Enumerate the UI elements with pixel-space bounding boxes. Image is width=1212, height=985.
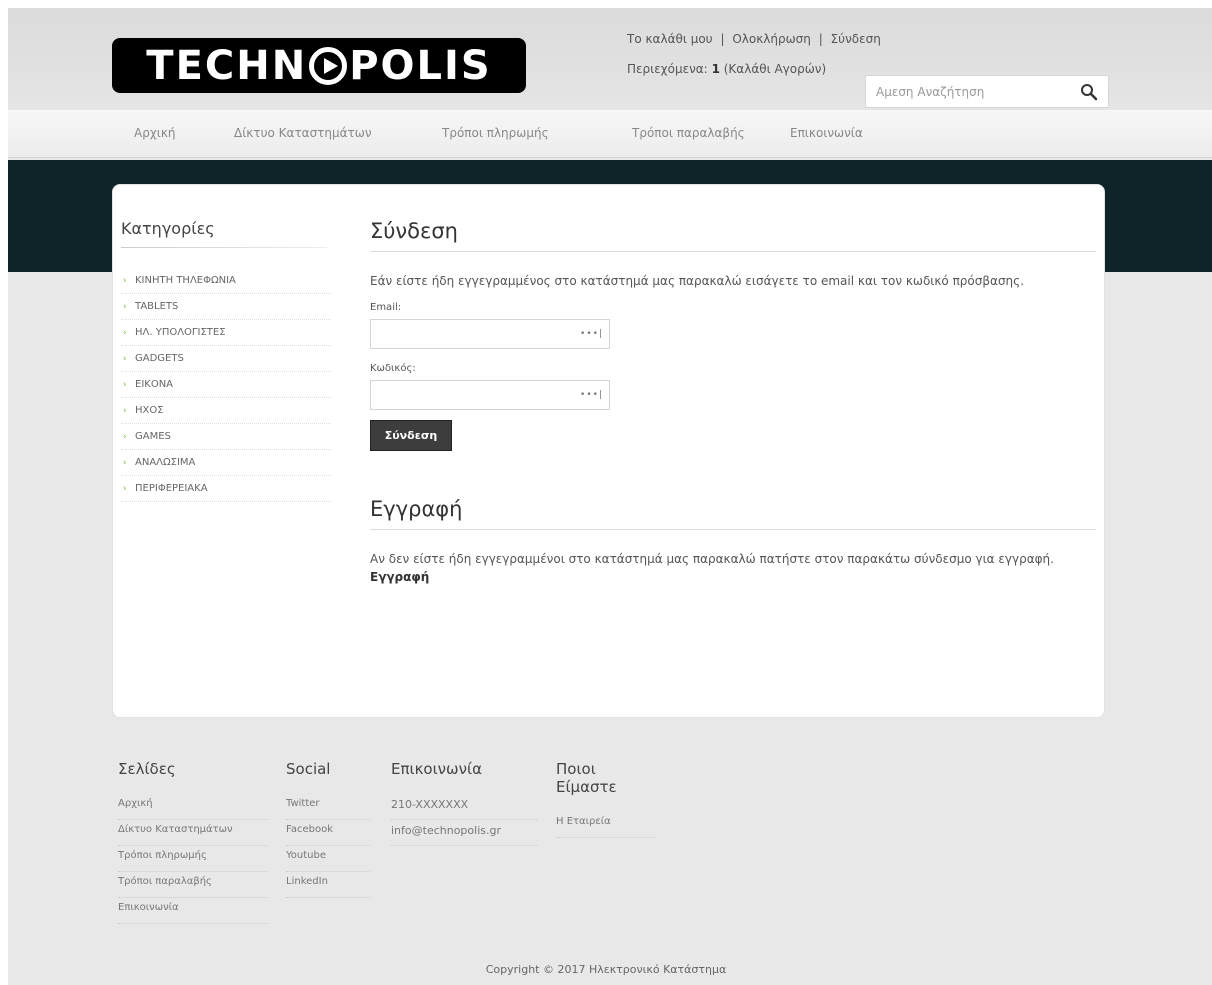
sidebar-title: Κατηγορίες [121,219,215,238]
nav-item-contact[interactable]: Επικοινωνία [790,126,863,140]
site-header: TECHN POLIS Το καλάθι μου | Ολοκλήρωση |… [8,8,1212,110]
password-manager-icon[interactable]: •••| [580,329,603,339]
footer-social-title: Social [286,760,331,778]
category-item[interactable]: › GAMES [121,424,331,450]
footer-about: Ποιοι Είμαστε Η Εταιρεία [556,760,656,838]
category-item[interactable]: › GADGETS [121,346,331,372]
play-circle-icon [309,46,348,85]
footer-link[interactable]: Τρόποι πληρωμής [118,846,268,872]
category-item[interactable]: › ΗΧΟΣ [121,398,331,424]
footer-link[interactable]: Επικοινωνία [118,898,268,924]
chevron-right-icon: › [123,432,127,442]
footer-link-twitter[interactable]: Twitter [286,794,370,820]
sidebar-tick [127,248,147,260]
register-link[interactable]: Εγγραφή [370,570,1096,584]
category-list: › ΚΙΝΗΤΗ ΤΗΛΕΦΩΝΙΑ › TABLETS › ΗΛ. ΥΠΟΛΟΓΙΣ… [121,268,331,502]
footer-link-youtube[interactable]: Youtube [286,846,370,872]
login-button[interactable]: Σύνδεση [370,420,452,451]
login-title: Σύνδεση [370,219,458,243]
separator: | [720,32,725,46]
category-label: GAMES [135,431,171,442]
footer-about-title: Ποιοι Είμαστε [556,760,617,796]
main-nav: Αρχική Δίκτυο Καταστημάτων Τρόποι πληρωμ… [8,110,1212,158]
category-label: ΑΝΑΛΩΣΙΜΑ [135,457,196,468]
email-field[interactable] [371,320,571,348]
cart-link[interactable]: Το καλάθι μου [627,32,713,46]
chevron-right-icon: › [123,380,127,390]
register-intro: Αν δεν είστε ήδη εγγεγραμμένοι στο κατάσ… [370,552,1054,566]
cart-label: Περιεχόμενα: [627,62,708,76]
main-content: Σύνδεση Εάν είστε ήδη εγγεγραμμένος στο … [370,219,1096,584]
logo-text-left: TECHN [146,42,308,89]
password-field-box: •••| [370,380,610,410]
category-label: ΕΙΚΟΝΑ [135,379,174,390]
category-sidebar: Κατηγορίες › ΚΙΝΗΤΗ ΤΗΛΕΦΩΝΙΑ › TABLETS › Η… [121,219,331,502]
logo-text-right: POLIS [349,42,492,89]
search-icon[interactable] [1080,83,1098,101]
footer-email[interactable]: info@technopolis.gr [391,820,537,846]
content-panel: Κατηγορίες › ΚΙΝΗΤΗ ΤΗΛΕΦΩΝΙΑ › TABLETS › Η… [112,184,1105,718]
footer-link-facebook[interactable]: Facebook [286,820,370,846]
sidebar-underline [121,247,327,248]
category-label: ΚΙΝΗΤΗ ΤΗΛΕΦΩΝΙΑ [135,275,236,286]
chevron-right-icon: › [123,302,127,312]
category-item[interactable]: › TABLETS [121,294,331,320]
site-logo[interactable]: TECHN POLIS [112,38,526,93]
chevron-right-icon: › [123,276,127,286]
footer-link-linkedin[interactable]: LinkedIn [286,872,370,898]
footer-pages-title: Σελίδες [118,760,176,778]
category-item[interactable]: › ΚΙΝΗΤΗ ΤΗΛΕΦΩΝΙΑ [121,268,331,294]
chevron-right-icon: › [123,458,127,468]
nav-item-stores[interactable]: Δίκτυο Καταστημάτων [234,126,372,140]
checkout-link[interactable]: Ολοκλήρωση [732,32,811,46]
login-intro: Εάν είστε ήδη εγγεγραμμένος στο κατάστημ… [370,274,1025,288]
chevron-right-icon: › [123,406,127,416]
frame-left [0,0,8,985]
password-manager-icon[interactable]: •••| [580,390,603,400]
login-divider [370,251,1096,252]
footer-link[interactable]: Αρχική [118,794,268,820]
email-field-box: •••| [370,319,610,349]
nav-item-delivery[interactable]: Τρόποι παραλαβής [632,126,745,140]
category-item[interactable]: › ΠΕΡΙΦΕΡΕΙΑΚΑ [121,476,331,502]
footer-contact-title: Επικοινωνία [391,760,482,778]
category-label: GADGETS [135,353,184,364]
footer-link-company[interactable]: Η Εταιρεία [556,812,656,838]
chevron-right-icon: › [123,484,127,494]
register-title: Εγγραφή [370,497,463,521]
cart-suffix: (Καλάθι Αγορών) [723,62,827,76]
chevron-right-icon: › [123,328,127,338]
email-label: Email: [370,302,402,313]
footer-link[interactable]: Τρόποι παραλαβής [118,872,268,898]
category-label: ΗΛ. ΥΠΟΛΟΓΙΣΤΕΣ [135,327,226,338]
category-item[interactable]: › ΕΙΚΟΝΑ [121,372,331,398]
category-item[interactable]: › ΗΛ. ΥΠΟΛΟΓΙΣΤΕΣ [121,320,331,346]
nav-item-payment[interactable]: Τρόποι πληρωμής [442,126,549,140]
password-field[interactable] [371,381,571,409]
copyright: Copyright © 2017 Ηλεκτρονικό Κατάστημα [485,963,727,976]
footer-pages: Σελίδες Αρχική Δίκτυο Καταστημάτων Τρόπο… [118,760,268,924]
password-label: Κωδικός: [370,363,416,374]
footer-contact: Επικοινωνία 210-XXXXXXX info@technopolis… [391,760,537,846]
login-link[interactable]: Σύνδεση [831,32,881,46]
chevron-right-icon: › [123,354,127,364]
category-label: TABLETS [135,301,179,312]
footer-link[interactable]: Δίκτυο Καταστημάτων [118,820,268,846]
separator: | [818,32,823,46]
register-divider [370,529,1096,530]
search-input[interactable] [876,83,1066,101]
search-box [865,75,1109,108]
cart-summary: Περιεχόμενα: 1 (Καλάθι Αγορών) [627,62,826,76]
top-links: Το καλάθι μου | Ολοκλήρωση | Σύνδεση [627,32,881,46]
footer-phone: 210-XXXXXXX [391,794,537,820]
cart-count: 1 [711,62,720,76]
frame-top [0,0,1212,8]
category-label: ΗΧΟΣ [135,405,164,416]
footer-social: Social Twitter Facebook Youtube LinkedIn [286,760,370,898]
category-item[interactable]: › ΑΝΑΛΩΣΙΜΑ [121,450,331,476]
category-label: ΠΕΡΙΦΕΡΕΙΑΚΑ [135,483,208,494]
nav-item-home[interactable]: Αρχική [134,126,176,140]
